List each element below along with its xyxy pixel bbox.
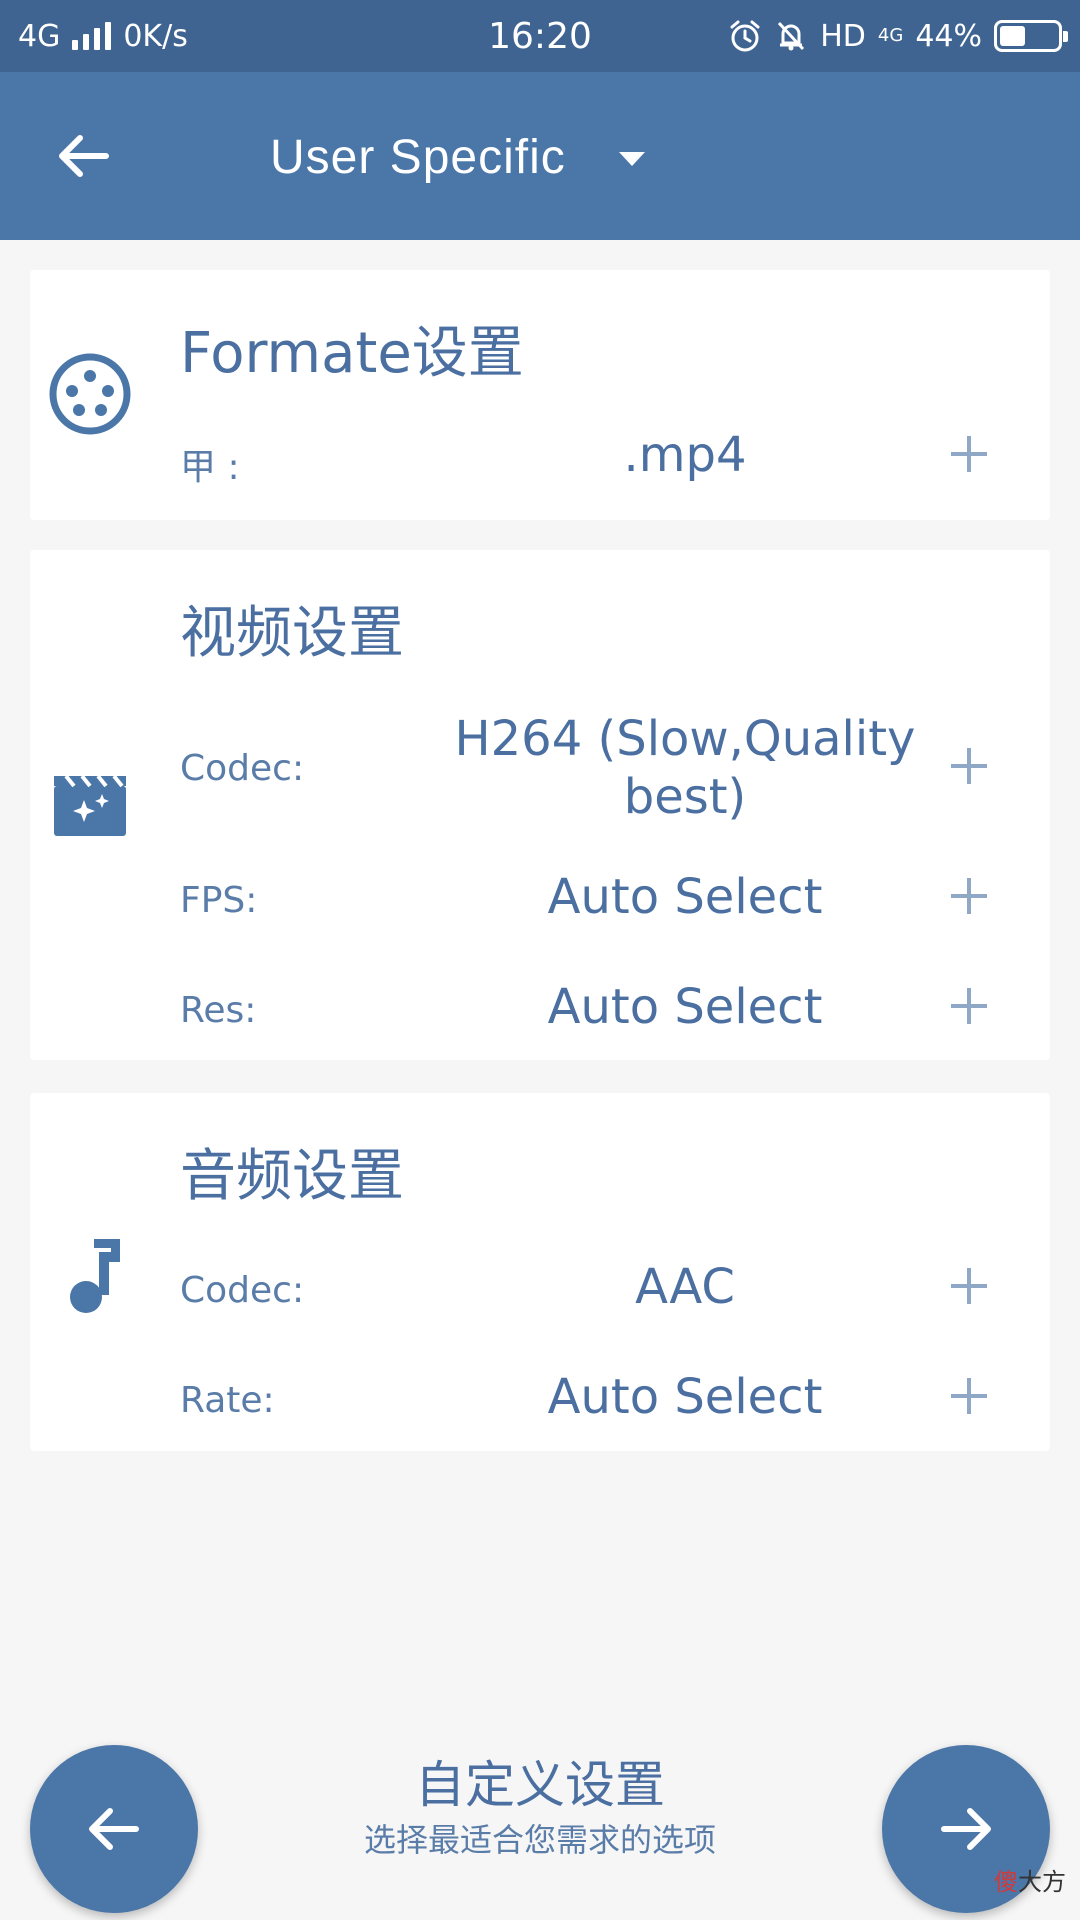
res-add-icon[interactable] [945,982,993,1030]
audio-card-title: 音频设置 [180,1144,404,1209]
app-bar: User Specific [0,72,1080,240]
back-arrow-icon[interactable] [50,122,118,190]
watermark: 傻大方 [994,1862,1066,1897]
format-value: .mp4 [623,427,747,483]
status-right: HD 4G 44% [728,18,1068,54]
battery-fill [1000,26,1025,46]
format-settings-card: Formate设置 甲 : .mp4 [30,270,1050,520]
video-codec-add-icon[interactable] [945,742,993,790]
audio-codec-value: AAC [635,1259,735,1315]
battery-percent: 44% [915,18,982,54]
res-value: Auto Select [547,979,823,1035]
network-speed: 0K/s [123,18,188,54]
format-add-icon[interactable] [945,430,993,478]
video-clapper-icon [54,774,126,836]
res-label: Res: [180,990,257,1031]
format-label: 甲 : [180,447,240,488]
rate-add-icon[interactable] [945,1372,993,1420]
music-note-icon [70,1239,120,1313]
watermark-rest: 大方 [1018,1868,1066,1896]
signal-icon [72,22,112,50]
network-type: 4G [18,18,61,54]
alarm-icon [730,20,760,52]
fps-value: Auto Select [547,869,823,925]
video-settings-card: 视频设置 Codec: H264 (Slow,Quality best) FPS… [30,550,1050,1060]
audio-settings-card: 音频设置 Codec: AAC Rate: Auto Select [30,1093,1050,1451]
data-type-indicator: 4G [877,25,904,46]
fps-label: FPS: [180,880,258,921]
notifications-off-icon [778,21,805,51]
audio-codec-add-icon[interactable] [945,1262,993,1310]
arrow-right-icon [941,1808,991,1850]
rate-value: Auto Select [547,1369,823,1425]
battery-icon [994,20,1068,52]
connector-icon [49,353,131,435]
rate-label: Rate: [180,1380,275,1421]
dropdown-caret-icon[interactable] [617,150,647,168]
format-card-title: Formate设置 [180,321,524,386]
watermark-first-char: 傻 [994,1868,1018,1896]
hd-indicator: HD [820,18,866,54]
audio-codec-label: Codec: [180,1270,305,1311]
video-card-title: 视频设置 [180,601,404,666]
video-codec-label: Codec: [180,748,305,789]
profile-dropdown-label[interactable]: User Specific [270,130,566,185]
status-left: 4G 0K/s [18,19,188,54]
fps-add-icon[interactable] [945,872,993,920]
status-bar: 4G 0K/s 16:20 HD 4G 44% [0,0,1080,72]
video-codec-value: H264 (Slow,Quality best) [454,711,916,825]
